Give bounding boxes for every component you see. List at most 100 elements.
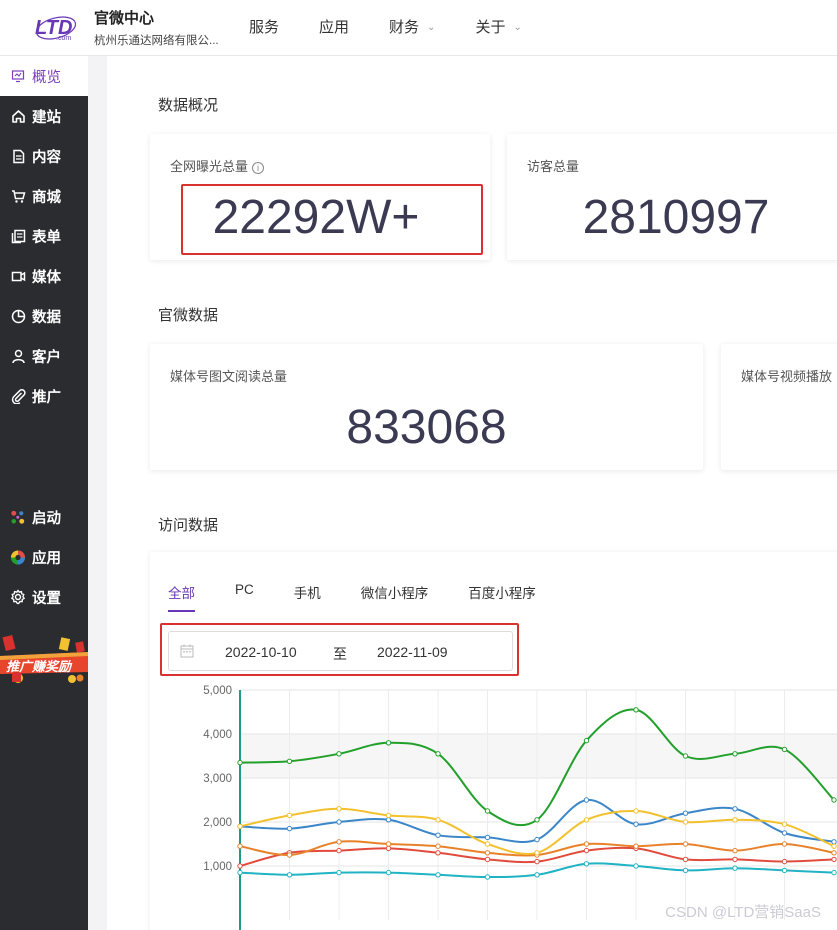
sidebar-item-form[interactable]: 表单 (0, 216, 88, 256)
launch-dots-icon (10, 509, 26, 525)
data-point (484, 874, 491, 880)
data-point (237, 869, 243, 876)
svg-text:.com: .com (56, 35, 71, 42)
top-nav: 服务 应用 财务 ⌄ 关于 ⌄ (249, 0, 562, 56)
sidebar-item-label: 数据 (32, 309, 61, 326)
watermark: CSDN @LTD营销SaaS (665, 904, 821, 921)
sidebar-item-apps[interactable]: 应用 (0, 537, 88, 577)
data-point (534, 872, 540, 878)
chevron-down-icon: ⌄ (427, 22, 436, 33)
stat-label: 全网曝光总量 i (170, 156, 265, 175)
stat-card-visitors: 访客总量 2810997 (507, 134, 837, 260)
sidebar-item-promote[interactable]: 推广 (0, 376, 88, 416)
paperclip-icon (10, 388, 26, 404)
tab-baidu-miniprogram[interactable]: 百度小程序 (468, 582, 536, 612)
main-content: 数据概况 全网曝光总量 i 22292W+ 访客总量 2810997 官微数据 媒… (107, 56, 837, 930)
data-point (633, 707, 639, 713)
sidebar-item-label: 媒体 (32, 269, 61, 286)
info-icon[interactable]: i (252, 162, 265, 174)
ltd-logo[interactable]: LTD .com (34, 12, 76, 42)
sidebar-item-launch[interactable]: 启动 (0, 497, 88, 537)
data-point (435, 872, 441, 878)
sidebar-item-label: 推广 (32, 389, 61, 406)
stat-value: 2810997 (582, 191, 770, 244)
sidebar-item-content[interactable]: 内容 (0, 136, 88, 176)
data-point (682, 753, 689, 759)
sidebar-item-shop[interactable]: 商城 (0, 176, 88, 216)
sidebar-item-customer[interactable]: 客户 (0, 336, 88, 376)
data-point (732, 806, 738, 812)
data-point (583, 841, 590, 847)
data-point (484, 856, 491, 863)
stat-value: 833068 (346, 401, 507, 454)
data-point (781, 746, 788, 753)
data-point (831, 797, 837, 803)
nav-about[interactable]: 关于 ⌄ (475, 0, 521, 56)
data-point (781, 841, 788, 847)
sidebar-item-data[interactable]: 数据 (0, 296, 88, 336)
data-point (336, 839, 342, 845)
sidebar-item-settings[interactable]: 设置 (0, 577, 88, 617)
sidebar-item-media[interactable]: 媒体 (0, 256, 88, 296)
tab-pc[interactable]: PC (235, 582, 254, 612)
data-point (583, 861, 590, 867)
promo-banner[interactable]: 推广赚奖励 (0, 634, 88, 686)
data-point (286, 872, 293, 878)
data-point (336, 847, 342, 854)
tab-wechat-miniprogram[interactable]: 微信小程序 (361, 582, 429, 612)
tab-all[interactable]: 全部 (168, 582, 195, 612)
data-point (237, 863, 243, 869)
y-tick-label: 1,000 (203, 861, 232, 873)
chevron-down-icon: ⌄ (513, 22, 522, 33)
data-point (781, 830, 788, 836)
home-icon (10, 108, 26, 124)
sidebar-item-site[interactable]: 建站 (0, 96, 88, 136)
data-point (682, 867, 689, 874)
nav-label: 应用 (319, 19, 350, 36)
sidebar-item-label: 表单 (32, 229, 61, 246)
data-point (336, 751, 342, 757)
data-point (781, 821, 788, 827)
nav-label: 关于 (475, 19, 506, 36)
nav-label: 财务 (389, 19, 420, 36)
data-point (484, 834, 491, 841)
data-point (732, 751, 738, 757)
data-point (484, 850, 491, 856)
sidebar-item-label: 建站 (32, 109, 61, 126)
tab-mobile[interactable]: 手机 (294, 582, 321, 612)
nav-finance[interactable]: 财务 ⌄ (389, 0, 435, 56)
data-point (336, 869, 342, 876)
form-icon (10, 228, 26, 244)
company-name[interactable]: 杭州乐通达网络有限公... (94, 32, 219, 48)
promo-label: 推广赚奖励 (6, 659, 72, 674)
y-tick-label: 4,000 (203, 729, 232, 741)
nav-service[interactable]: 服务 (249, 0, 279, 56)
data-point (682, 810, 689, 816)
cart-icon (10, 188, 26, 204)
stat-label: 媒体号视频播放 (741, 369, 833, 384)
sidebar-item-overview[interactable]: 概览 (0, 56, 88, 96)
data-point (435, 850, 441, 856)
sidebar: 概览 建站 内容 商城 表单 媒体 数据 客户 推广 启动 应用 设置 推广赚奖… (0, 56, 88, 930)
data-point (781, 858, 788, 865)
stat-label-text: 全网曝光总量 (170, 159, 249, 174)
document-icon (10, 148, 26, 164)
data-point (385, 817, 392, 823)
data-point (633, 821, 639, 827)
data-point (583, 737, 590, 744)
nav-apps[interactable]: 应用 (319, 0, 349, 56)
sidebar-item-label: 客户 (32, 349, 61, 366)
stat-label: 媒体号图文阅读总量 (170, 369, 288, 384)
pie-chart-icon (10, 308, 26, 324)
apps-color-icon (10, 549, 26, 565)
data-point (435, 832, 441, 838)
data-point (385, 740, 392, 746)
data-point (682, 856, 689, 863)
data-point (732, 847, 738, 854)
data-point (336, 819, 342, 825)
data-point (237, 759, 243, 766)
stat-card-article-reads: 媒体号图文阅读总量 833068 (150, 344, 703, 470)
brand-name: 官微中心 (94, 10, 155, 27)
data-point (583, 817, 590, 823)
data-point (682, 841, 689, 847)
